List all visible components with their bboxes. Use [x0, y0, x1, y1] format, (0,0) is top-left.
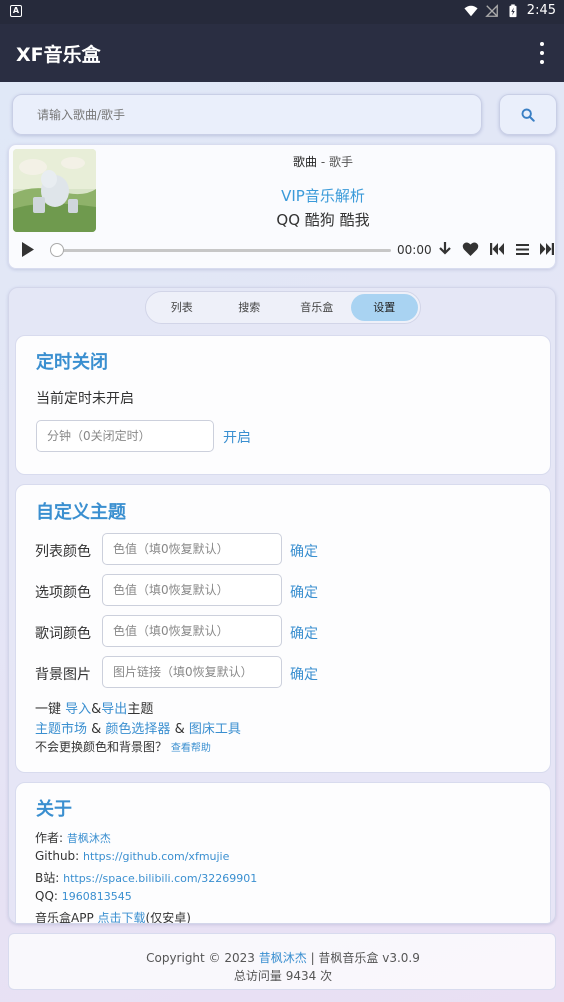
lyric-color-input[interactable]	[102, 615, 282, 647]
visit-count: 总访问量 9434 次	[233, 969, 333, 983]
search-input[interactable]	[13, 95, 481, 134]
github-link[interactable]: https://github.com/xfmujie	[83, 850, 229, 863]
status-bar: A 2:45	[0, 0, 564, 24]
vip-link[interactable]: VIP音乐解析	[9, 185, 557, 206]
option-color-label: 选项颜色	[35, 585, 91, 601]
title-separator: -	[317, 155, 329, 169]
app-bar: XF音乐盒	[0, 24, 564, 82]
play-icon[interactable]	[21, 241, 35, 258]
no-signal-icon	[484, 3, 498, 17]
qq-link[interactable]: 1960813545	[62, 890, 132, 903]
io-prefix: 一键	[35, 702, 66, 717]
now-playing: 歌曲 - 歌手	[9, 153, 557, 170]
io-suffix: 主题	[127, 702, 154, 717]
song-name: 歌曲	[293, 155, 318, 169]
playlist-icon[interactable]	[515, 241, 530, 257]
app-suffix: (仅安卓)	[145, 911, 191, 924]
github-label: Github:	[35, 849, 84, 863]
tab-bar: 列表 搜索 音乐盒 设置	[145, 291, 421, 324]
battery-icon	[509, 3, 517, 17]
about-title: 关于	[36, 799, 72, 820]
timer-minutes-input[interactable]	[36, 420, 214, 452]
previous-icon[interactable]	[489, 241, 505, 257]
author-link[interactable]: 昔枫沐杰	[67, 832, 111, 845]
image-host-link[interactable]: 图床工具	[189, 722, 241, 737]
lyric-color-confirm-button[interactable]: 确定	[290, 623, 318, 643]
overflow-menu-icon[interactable]	[538, 42, 546, 64]
tab-search[interactable]: 搜索	[216, 294, 284, 321]
copyright-line: Copyright © 2023 昔枫沐杰 | 昔枫音乐盒 v3.0.9	[9, 949, 557, 966]
timer-card: 定时关闭 当前定时未开启 开启	[15, 335, 551, 475]
qq-label: QQ:	[35, 889, 62, 903]
notification-icon: A	[10, 5, 22, 17]
tab-settings[interactable]: 设置	[350, 294, 418, 321]
player-controls: 00:00	[19, 240, 554, 260]
tools-amp-2: &	[170, 722, 189, 737]
timer-status: 当前定时未开启	[36, 391, 134, 407]
app-download-link[interactable]: 点击下载	[98, 911, 146, 923]
option-color-input[interactable]	[102, 574, 282, 606]
settings-panel: 列表 搜索 音乐盒 设置 定时关闭 当前定时未开启 开启 自定义主题 列表颜色 …	[8, 287, 556, 924]
app-download-line: 音乐盒APP 点击下载(仅安卓)	[35, 909, 191, 924]
background-image-confirm-button[interactable]: 确定	[290, 664, 318, 684]
import-theme-link[interactable]: 导入	[65, 702, 91, 717]
tools-amp-1: &	[87, 722, 106, 737]
author-label: 作者:	[35, 831, 67, 845]
wifi-icon	[464, 5, 478, 16]
next-icon[interactable]	[539, 241, 555, 257]
timer-start-button[interactable]: 开启	[223, 427, 251, 447]
io-amp: &	[91, 702, 102, 717]
theme-title: 自定义主题	[36, 502, 126, 523]
help-link[interactable]: 查看帮助	[171, 743, 211, 754]
theme-card: 自定义主题 列表颜色 确定 选项颜色 确定 歌词颜色 确定 背景图片 确定 一键…	[15, 484, 551, 773]
list-color-input[interactable]	[102, 533, 282, 565]
search-icon	[521, 108, 535, 122]
bilibili-label: B站:	[35, 871, 64, 885]
tab-list[interactable]: 列表	[148, 294, 216, 321]
player-card: 歌曲 - 歌手 VIP音乐解析 QQ 酷狗 酷我 00:00	[8, 144, 556, 269]
timer-title: 定时关闭	[36, 352, 108, 373]
footer: Copyright © 2023 昔枫沐杰 | 昔枫音乐盒 v3.0.9 总访问…	[8, 933, 556, 990]
bilibili-line: B站: https://space.bilibili.com/32269901	[35, 869, 257, 886]
list-color-confirm-button[interactable]: 确定	[290, 541, 318, 561]
author-line: 作者: 昔枫沐杰	[35, 829, 111, 846]
copyright-prefix: Copyright © 2023	[146, 951, 259, 965]
theme-help-line: 不会更换颜色和背景图？ 查看帮助	[35, 738, 211, 755]
bilibili-link[interactable]: https://space.bilibili.com/32269901	[63, 872, 257, 885]
footer-author-link[interactable]: 昔枫沐杰	[259, 951, 307, 965]
background-image-input[interactable]	[102, 656, 282, 688]
search-button[interactable]	[499, 94, 557, 135]
option-color-confirm-button[interactable]: 确定	[290, 582, 318, 602]
help-question: 不会更换颜色和背景图？	[35, 740, 168, 754]
app-title: XF音乐盒	[16, 44, 101, 66]
background-image-label: 背景图片	[35, 667, 91, 683]
current-time: 00:00	[397, 243, 432, 257]
copyright-suffix: | 昔枫音乐盒 v3.0.9	[306, 951, 420, 965]
heart-icon[interactable]	[462, 241, 479, 257]
progress-knob[interactable]	[50, 243, 64, 257]
search-box	[12, 94, 482, 135]
progress-bar[interactable]	[50, 243, 391, 257]
artist-name: 歌手	[328, 155, 353, 169]
music-sources: QQ 酷狗 酷我	[276, 211, 370, 229]
theme-io-line: 一键 导入&导出主题	[35, 698, 153, 717]
app-label: 音乐盒APP	[35, 911, 98, 924]
tab-music-box[interactable]: 音乐盒	[283, 294, 351, 321]
github-line: Github: https://github.com/xfmujie	[35, 849, 229, 863]
lyric-color-label: 歌词颜色	[35, 626, 91, 642]
export-theme-link[interactable]: 导出	[101, 702, 127, 717]
clock: 2:45	[526, 3, 556, 18]
theme-tools-line: 主题市场 & 颜色选择器 & 图床工具	[35, 718, 241, 737]
qq-line: QQ: 1960813545	[35, 889, 132, 903]
theme-market-link[interactable]: 主题市场	[35, 722, 87, 737]
color-picker-link[interactable]: 颜色选择器	[105, 722, 170, 737]
download-icon[interactable]	[438, 241, 452, 257]
list-color-label: 列表颜色	[35, 544, 91, 560]
about-card: 关于 作者: 昔枫沐杰 Github: https://github.com/x…	[15, 782, 551, 924]
